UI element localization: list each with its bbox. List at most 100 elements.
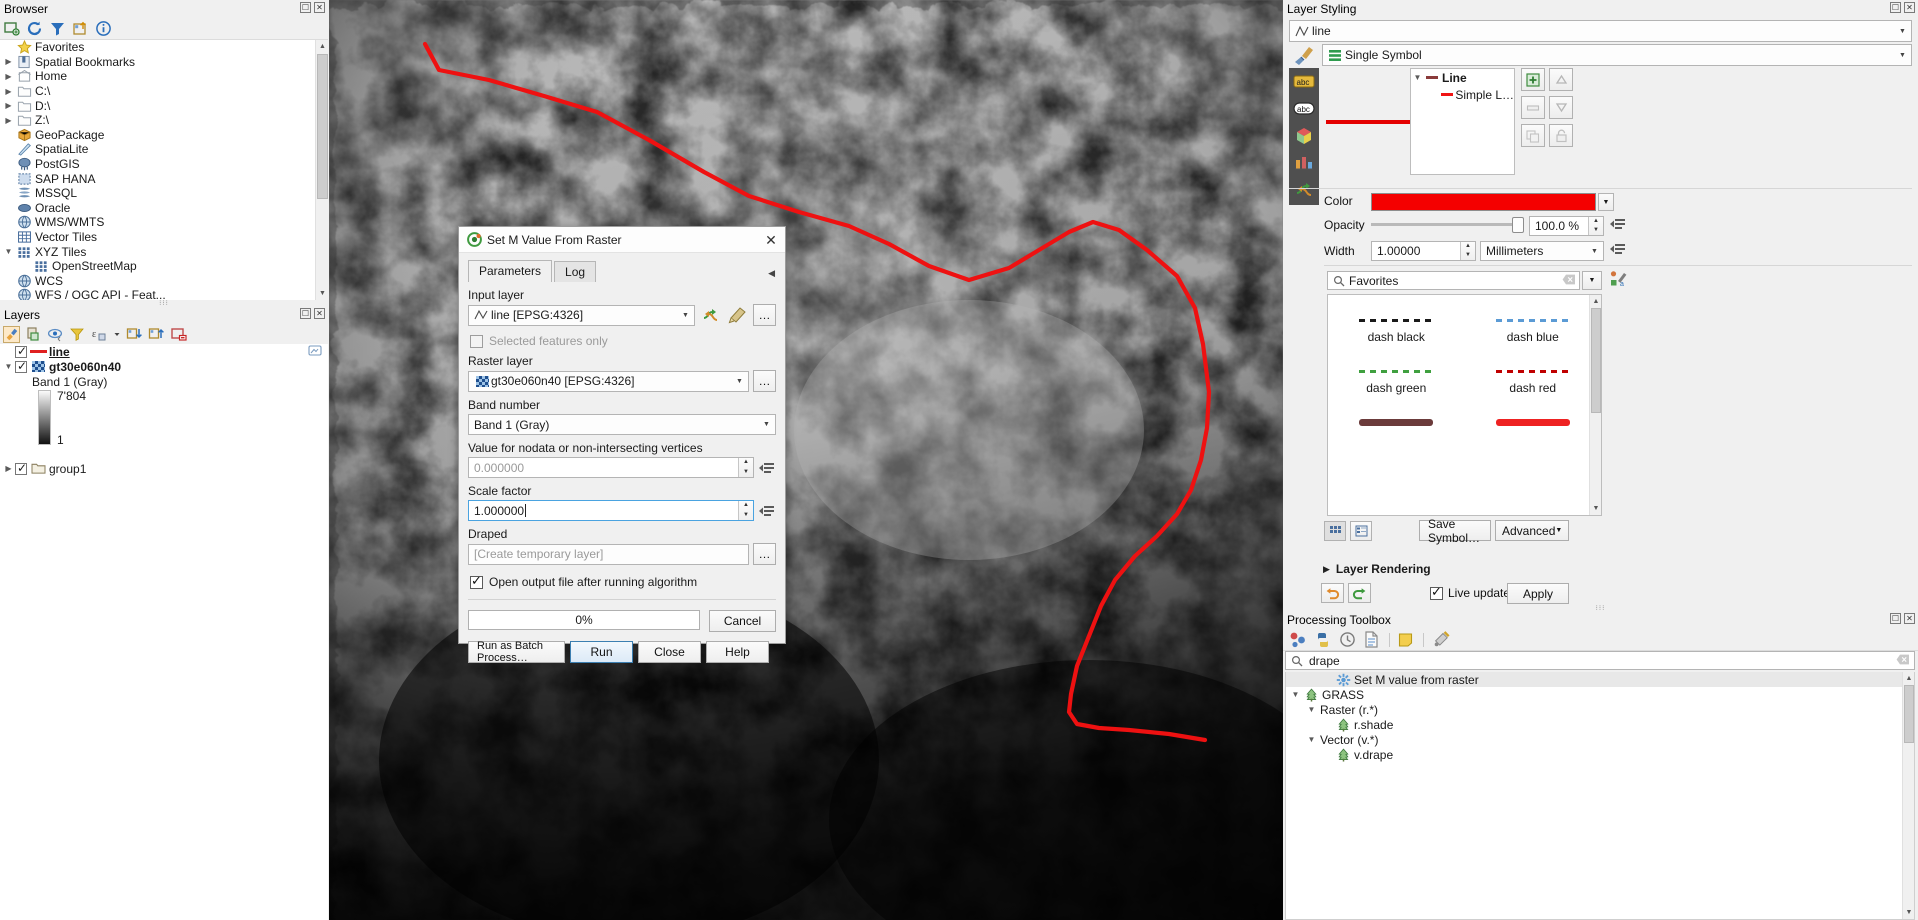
- undock-icon[interactable]: ☐: [1890, 613, 1901, 624]
- labels-icon[interactable]: abc: [1289, 68, 1319, 95]
- scroll-up-icon[interactable]: ▲: [1903, 672, 1914, 685]
- chevron-down-icon[interactable]: [113, 326, 121, 343]
- filter-legend-icon[interactable]: [69, 326, 86, 343]
- band-number-combo[interactable]: Band 1 (Gray) ▼: [468, 414, 776, 435]
- toolbox-item[interactable]: GRASS: [1286, 687, 1914, 702]
- selected-features-only-row[interactable]: Selected features only: [470, 334, 785, 348]
- layer-visibility-checkbox[interactable]: [15, 359, 27, 373]
- chevron-down-icon[interactable]: ▼: [677, 312, 694, 319]
- tab-log[interactable]: Log: [554, 261, 597, 282]
- edit-features-icon[interactable]: [1398, 631, 1415, 648]
- symbol-item-solid-red[interactable]: [1465, 419, 1602, 426]
- diagrams-icon[interactable]: [1289, 149, 1319, 176]
- dialog-titlebar[interactable]: Set M Value From Raster ✕: [459, 227, 785, 253]
- clear-icon[interactable]: [1892, 654, 1914, 668]
- opacity-slider-handle[interactable]: [1512, 217, 1524, 233]
- width-spinbox[interactable]: 1.00000 ▲ ▼: [1371, 241, 1476, 261]
- history-icon[interactable]: [1339, 631, 1356, 648]
- undock-icon[interactable]: ☐: [300, 2, 311, 13]
- lock-icon[interactable]: [1549, 124, 1573, 147]
- selected-features-only-checkbox[interactable]: [470, 334, 483, 348]
- data-defined-override-icon[interactable]: [758, 459, 776, 477]
- browser-item[interactable]: WFS / OGC API - Feat...: [0, 288, 328, 300]
- browser-item[interactable]: Z:\: [0, 113, 328, 128]
- collapse-panel-icon[interactable]: ◀: [768, 268, 775, 279]
- masks-icon[interactable]: abc: [1289, 95, 1319, 122]
- browser-item[interactable]: Spatial Bookmarks: [0, 55, 328, 70]
- models-icon[interactable]: [1289, 631, 1306, 648]
- chevron-right-icon[interactable]: [2, 57, 15, 66]
- grid-view-icon[interactable]: [1324, 521, 1346, 541]
- chevron-right-icon[interactable]: [2, 72, 15, 81]
- add-layer-icon[interactable]: [3, 20, 20, 37]
- width-unit-selector[interactable]: Millimeters ▼: [1480, 241, 1604, 261]
- browser-item[interactable]: WCS: [0, 274, 328, 289]
- run-as-batch-button[interactable]: Run as Batch Process…: [468, 640, 565, 664]
- browser-item[interactable]: Favorites: [0, 40, 328, 55]
- scroll-down-icon[interactable]: ▼: [1590, 502, 1601, 515]
- actions-icon[interactable]: [1289, 176, 1319, 203]
- list-view-icon[interactable]: [1350, 521, 1372, 541]
- symbol-item-dash-red[interactable]: dash red: [1465, 370, 1602, 395]
- browser-item[interactable]: MSSQL: [0, 186, 328, 201]
- run-button[interactable]: Run: [570, 641, 633, 663]
- chevron-down-icon[interactable]: [1305, 735, 1318, 744]
- raster-layer-combo[interactable]: gt30e060n40 [EPSG:4326] ▼: [468, 370, 749, 392]
- spinbox-arrows[interactable]: ▲ ▼: [1588, 217, 1603, 235]
- chevron-down-icon[interactable]: ▼: [1586, 248, 1603, 255]
- clear-icon[interactable]: [1559, 274, 1579, 288]
- scroll-up-icon[interactable]: ▲: [1590, 295, 1601, 308]
- filter-icon[interactable]: [49, 20, 66, 37]
- spinbox-arrows[interactable]: ▲ ▼: [738, 458, 753, 477]
- chevron-right-icon[interactable]: [2, 101, 15, 110]
- chevron-down-icon[interactable]: [1411, 73, 1424, 82]
- properties-icon[interactable]: [95, 20, 112, 37]
- open-styling-panel-icon[interactable]: [3, 326, 20, 343]
- live-update-toggle[interactable]: Live update: [1430, 584, 1510, 600]
- duplicate-icon[interactable]: [1521, 124, 1545, 147]
- toolbox-item[interactable]: v.drape: [1286, 747, 1914, 762]
- chevron-down-icon[interactable]: [1289, 690, 1302, 699]
- nodata-value-spinbox[interactable]: 0.000000 ▲ ▼: [468, 457, 754, 478]
- remove-layer-icon[interactable]: [170, 326, 187, 343]
- chevron-down-icon[interactable]: ▼: [1894, 52, 1911, 59]
- browser-item[interactable]: WMS/WMTS: [0, 215, 328, 230]
- processing-toolbox-tree[interactable]: ▲ ▼ Set M value from rasterGRASSRaster (…: [1285, 672, 1915, 920]
- chevron-down-icon[interactable]: ▼: [2, 362, 15, 371]
- symbol-gallery[interactable]: dash black dash blue dash green dash red: [1327, 294, 1602, 516]
- undock-icon[interactable]: ☐: [300, 308, 311, 319]
- move-down-icon[interactable]: [1549, 96, 1573, 119]
- chevron-right-icon[interactable]: ▶: [2, 464, 15, 473]
- browse-raster-layer-button[interactable]: …: [753, 370, 776, 392]
- browser-item[interactable]: Home: [0, 69, 328, 84]
- save-symbol-button[interactable]: Save Symbol…: [1419, 517, 1491, 545]
- move-up-icon[interactable]: [1549, 68, 1573, 91]
- scroll-thumb[interactable]: [1591, 308, 1601, 413]
- browser-item[interactable]: SAP HANA: [0, 171, 328, 186]
- symbol-tree-row-line[interactable]: Line: [1411, 69, 1514, 86]
- color-swatch-button[interactable]: [1371, 193, 1596, 211]
- results-viewer-icon[interactable]: [1364, 631, 1381, 648]
- symbol-item-dash-blue[interactable]: dash blue: [1465, 319, 1602, 344]
- undock-icon[interactable]: ☐: [1890, 2, 1901, 13]
- browser-item[interactable]: SpatiaLite: [0, 142, 328, 157]
- browser-item[interactable]: Oracle: [0, 201, 328, 216]
- chevron-down-icon[interactable]: ▼: [1894, 28, 1911, 35]
- opacity-spinbox[interactable]: 100.0 % ▲ ▼: [1529, 216, 1604, 236]
- scroll-down-icon[interactable]: ▼: [316, 287, 328, 300]
- scroll-thumb[interactable]: [1904, 685, 1914, 743]
- chevron-down-icon[interactable]: ▼: [731, 378, 748, 385]
- remove-symbol-layer-icon[interactable]: [1521, 96, 1545, 119]
- toolbox-item[interactable]: Raster (r.*): [1286, 702, 1914, 717]
- opacity-slider-track[interactable]: [1371, 223, 1523, 226]
- layers-tree[interactable]: line ▼ gt30e060n40 Band 1 (Gray) 7'804 1…: [0, 344, 328, 920]
- spinbox-arrows[interactable]: ▲ ▼: [738, 501, 753, 520]
- toolbox-item[interactable]: Set M value from raster: [1286, 672, 1914, 687]
- chevron-down-icon[interactable]: ▼: [758, 421, 775, 428]
- input-layer-combo[interactable]: line [EPSG:4326] ▼: [468, 304, 695, 326]
- chevron-right-icon[interactable]: ▶: [1323, 564, 1330, 575]
- layer-styling-indicator-icon[interactable]: [308, 344, 322, 359]
- toolbox-search-input[interactable]: drape: [1285, 651, 1915, 670]
- browser-item[interactable]: OpenStreetMap: [0, 259, 328, 274]
- open-output-checkbox[interactable]: [470, 573, 483, 589]
